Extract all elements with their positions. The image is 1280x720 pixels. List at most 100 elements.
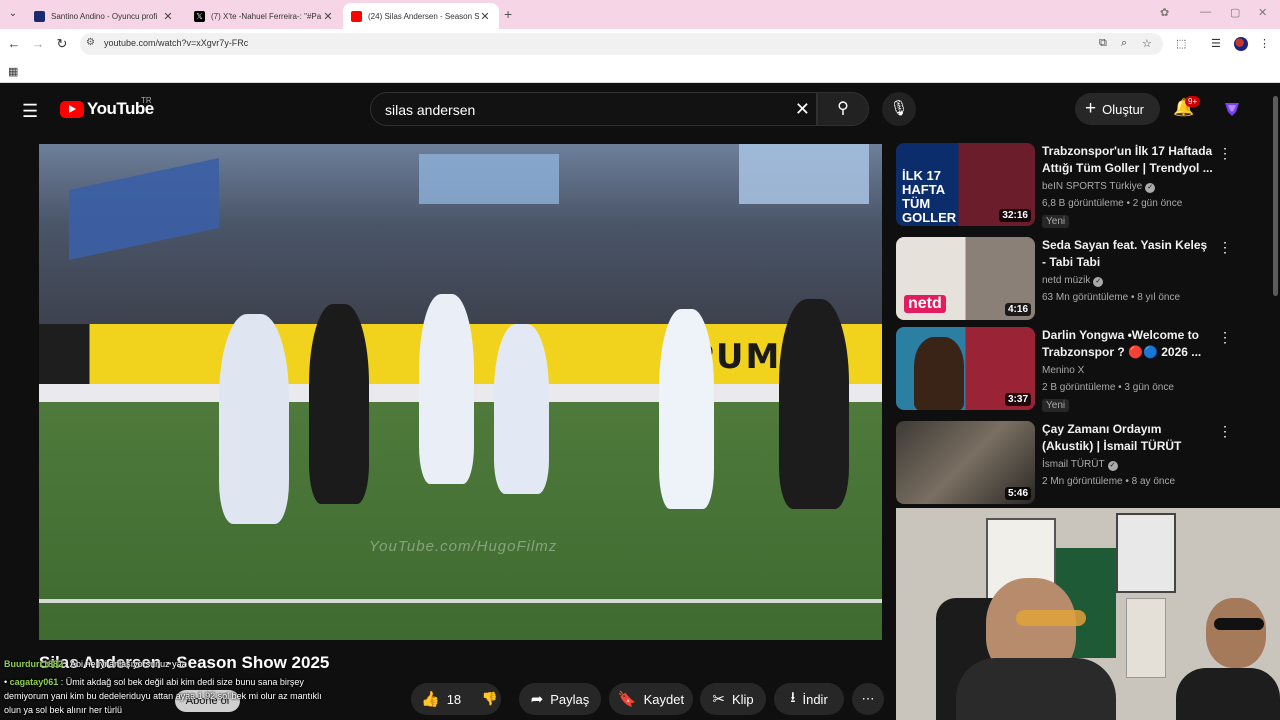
suggestion-title[interactable]: Trabzonspor'un İlk 17 Haftada Attığı Tüm… (1042, 143, 1214, 177)
video-frame-player (219, 314, 289, 524)
like-count: 18 (446, 691, 462, 707)
more-vertical-icon[interactable]: ⋮ (1218, 239, 1232, 256)
video-frame-player (659, 309, 714, 509)
youtube-logo[interactable]: YouTube (60, 99, 154, 119)
video-thumbnail[interactable]: İLK 17 HAFTA TÜM GOLLER 32:16 (896, 143, 1035, 226)
menu-hamburger-icon[interactable]: ☰ (22, 101, 38, 122)
download-button[interactable]: ⭳ İndir (774, 683, 844, 715)
tab-favicon (34, 10, 45, 22)
profile-avatar[interactable] (1234, 37, 1248, 51)
suggested-video[interactable]: 3:37 Darlin Yongwa •Welcome to Trabzonsp… (896, 327, 1256, 412)
suggestion-channel[interactable]: Menino X (1042, 365, 1084, 376)
account-avatar[interactable] (1222, 99, 1242, 119)
suggestion-title[interactable]: Çay Zamanı Ordayım (Akustik) | İsmail TÜ… (1042, 421, 1214, 455)
search-icon: ⚲ (837, 100, 849, 117)
video-thumbnail[interactable]: 3:37 (896, 327, 1035, 410)
thumbs-down-icon: 👎 (481, 691, 499, 706)
suggestion-meta: 2 B görüntüleme • 3 gün önce (1042, 382, 1174, 393)
webcam-jersey-frame (1126, 598, 1166, 678)
browser-tab-3-active[interactable]: (24) Silas Andersen - Season Sh ✕ (343, 3, 499, 29)
save-label: Kaydet (643, 691, 685, 707)
suggestion-channel[interactable]: beIN SPORTS Türkiye ✓ (1042, 181, 1156, 193)
video-frame-pitch-line (39, 599, 882, 603)
bookmark-star-icon[interactable]: ☆ (1142, 37, 1152, 50)
browser-tab-bar: ⌄ Santino Andino - Oyuncu profi ✕ 𝕏 (7) … (0, 0, 1280, 29)
close-icon[interactable]: ✕ (322, 10, 334, 23)
voice-search-button[interactable]: 🎙 (882, 92, 916, 126)
suggestion-channel[interactable]: netd müzik ✓ (1042, 275, 1104, 287)
webcam-sunglasses (1016, 610, 1086, 626)
suggested-video[interactable]: netd 4:16 Seda Sayan feat. Yasin Keleş -… (896, 237, 1256, 321)
chat-message-cont: demiyorum yani kim bu dedeleriduyu attan… (4, 691, 322, 701)
dislike-button[interactable]: 👎 (474, 683, 506, 715)
clip-button[interactable]: ✂ Klip (700, 683, 766, 715)
video-thumbnail[interactable]: 5:46 (896, 421, 1035, 504)
create-button[interactable]: + Oluştur (1075, 93, 1160, 125)
suggested-video[interactable]: 5:46 Çay Zamanı Ordayım (Akustik) | İsma… (896, 421, 1256, 505)
forward-icon[interactable]: → (29, 35, 47, 53)
more-horizontal-icon: ⋯ (861, 691, 875, 706)
video-thumbnail[interactable]: netd 4:16 (896, 237, 1035, 320)
search-input[interactable]: silas andersen ✕ (370, 92, 817, 126)
more-vertical-icon[interactable]: ⋮ (1218, 145, 1232, 162)
suggestion-meta: 6,8 B görüntüleme • 2 gün önce (1042, 198, 1183, 209)
new-tab-icon[interactable]: + (504, 6, 512, 22)
site-info-icon[interactable]: ⚙ (86, 37, 95, 48)
tab-search-icon[interactable]: ⌄ (4, 5, 22, 23)
video-frame-player (779, 299, 849, 509)
video-frame-player (419, 294, 474, 484)
more-actions-button[interactable]: ⋯ (852, 683, 884, 715)
window-close-icon[interactable]: ✕ (1258, 6, 1267, 19)
browser-tab-1[interactable]: Santino Andino - Oyuncu profi ✕ (26, 3, 182, 29)
chat-message: Buurdurr1882 : Abi ne iyi anlaşıyorsunuz… (4, 659, 187, 669)
video-duration: 32:16 (999, 209, 1031, 222)
close-icon[interactable]: ✕ (162, 10, 174, 23)
download-label: İndir (802, 691, 828, 707)
extensions-icon[interactable]: ⬚ (1176, 37, 1186, 50)
close-icon[interactable]: ✕ (479, 10, 491, 23)
url-omnibox[interactable]: ⚙ youtube.com/watch?v=xXgvr7y-FRc (80, 33, 1163, 55)
scrollbar-thumb[interactable] (1273, 96, 1278, 296)
reload-icon[interactable]: ↻ (53, 35, 71, 53)
video-watermark: YouTube.com/HugoFilmz (369, 538, 558, 555)
tab-label: Santino Andino - Oyuncu profi (51, 11, 158, 21)
save-button[interactable]: 🔖 Kaydet (609, 683, 693, 715)
video-frame-flag (739, 144, 869, 204)
webcam-person-2-shirt (1176, 668, 1280, 720)
netd-logo: netd (904, 295, 946, 313)
microphone-icon: 🎙 (889, 100, 909, 117)
share-icon: ➦ (530, 691, 544, 708)
suggestion-channel[interactable]: İsmail TÜRÜT ✓ (1042, 459, 1118, 471)
apps-grid-icon[interactable]: ▦ (8, 65, 18, 78)
webcam-wall-frame (1116, 513, 1176, 593)
reading-list-icon[interactable]: ☰ (1211, 37, 1221, 50)
install-app-icon[interactable]: ⧉ (1099, 37, 1107, 50)
notification-count-badge: 9+ (1185, 96, 1201, 107)
thumbnail-text: İLK 17 HAFTA TÜM GOLLER (902, 168, 957, 225)
browser-tab-2[interactable]: 𝕏 (7) X'te -Nahuel Ferreira-: "#Pa ✕ (186, 3, 342, 29)
share-button[interactable]: ➦ Paylaş (519, 683, 601, 715)
webcam-sunglasses (1214, 618, 1264, 630)
suggestion-title[interactable]: Darlin Yongwa •Welcome to Trabzonspor ? … (1042, 327, 1214, 361)
video-player[interactable]: PUMA YouTube.com/HugoFilmz (39, 144, 882, 640)
maximize-icon[interactable]: ▢ (1230, 6, 1240, 19)
chat-message-cont: olun ya sol bek alınır her türlü (4, 705, 123, 715)
clear-search-icon[interactable]: ✕ (795, 99, 810, 120)
video-duration: 3:37 (1004, 393, 1031, 406)
chat-text: : Abi ne iyi anlaşıyorsunuz yaa (65, 659, 187, 669)
suggested-video[interactable]: İLK 17 HAFTA TÜM GOLLER 32:16 Trabzonspo… (896, 143, 1256, 228)
back-icon[interactable]: ← (5, 35, 23, 53)
tab-label: (7) X'te -Nahuel Ferreira-: "#Pa (211, 11, 322, 21)
more-vertical-icon[interactable]: ⋮ (1218, 329, 1232, 346)
thumbnail-player-figure (914, 337, 964, 410)
profile-flower-icon: ✿ (1160, 7, 1170, 19)
more-vertical-icon[interactable]: ⋮ (1218, 423, 1232, 440)
create-label: Oluştur (1102, 101, 1145, 117)
url-text: youtube.com/watch?v=xXgvr7y-FRc (104, 38, 249, 48)
search-button[interactable]: ⚲ (817, 92, 869, 126)
minimize-icon[interactable]: — (1200, 6, 1211, 18)
new-badge: Yeni (1042, 215, 1070, 228)
browser-menu-icon[interactable]: ⋮ (1259, 37, 1270, 50)
zoom-icon[interactable]: ⌕ (1121, 37, 1127, 50)
suggestion-title[interactable]: Seda Sayan feat. Yasin Keleş - Tabi Tabi (1042, 237, 1214, 271)
